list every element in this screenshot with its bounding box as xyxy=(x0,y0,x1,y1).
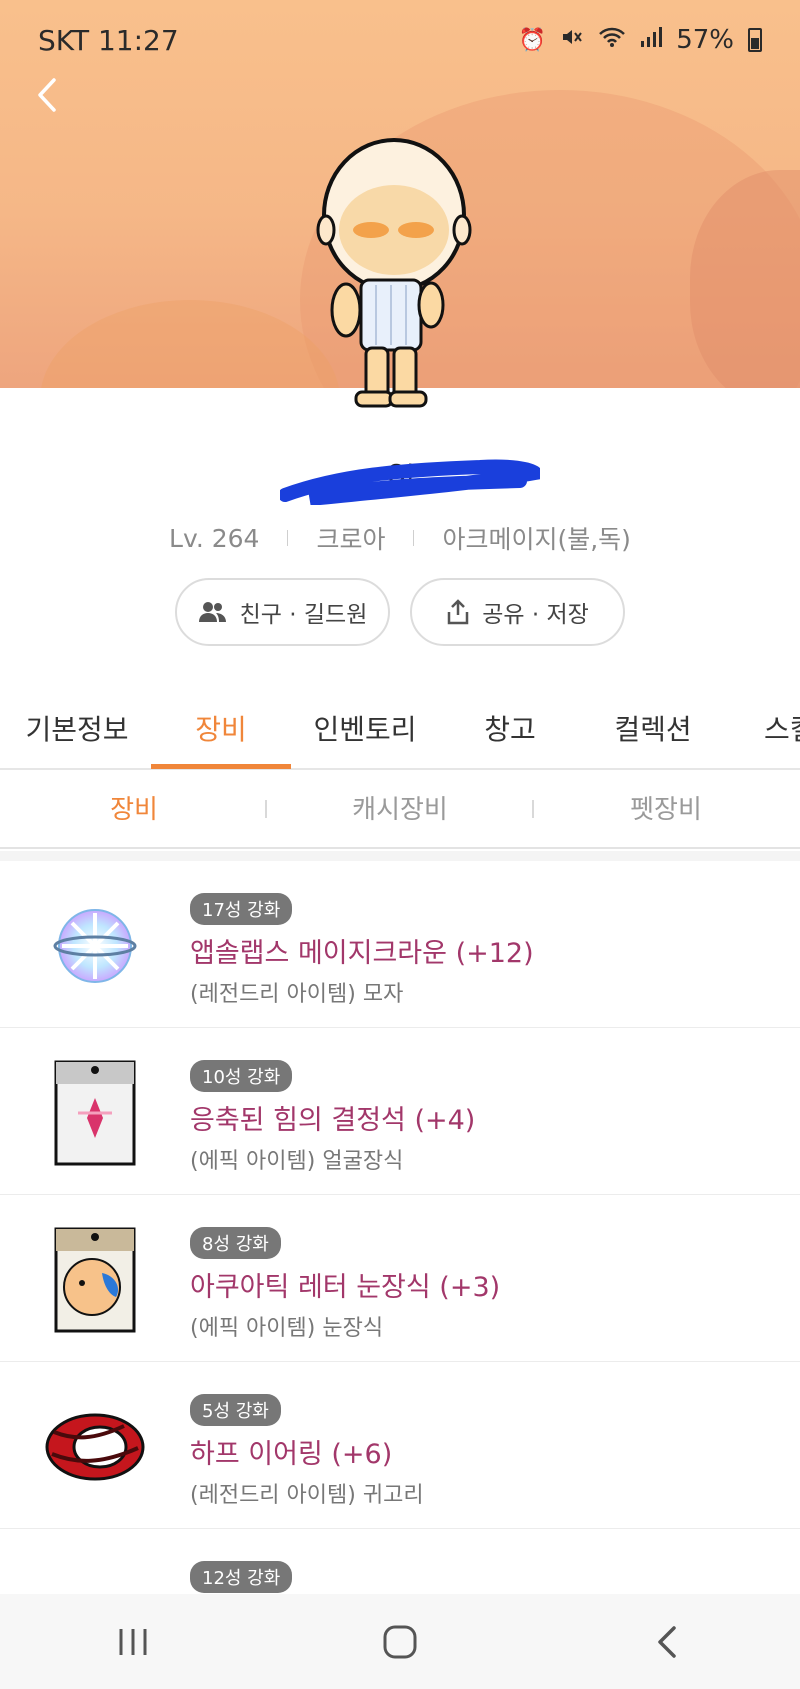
item-type: (에픽 아이템) 눈장식 xyxy=(190,1316,384,1341)
item-text: 17성 강화 앱솔랩스 메이지크라운 (+12) (레전드리 아이템) 모자 xyxy=(190,893,534,1008)
star-force-badge: 8성 강화 xyxy=(190,1227,281,1259)
item-name: 응축된 힘의 결정석 (+4) xyxy=(190,1105,476,1136)
recent-apps-icon xyxy=(119,1628,147,1655)
system-back-button[interactable] xyxy=(627,1612,707,1672)
chevron-left-icon xyxy=(38,78,56,112)
main-tabs: 기본정보 장비 인벤토리 창고 컬렉션 스킬 xyxy=(0,680,800,770)
mute-icon xyxy=(560,25,584,55)
back-icon xyxy=(657,1625,676,1658)
character-world: 크로아 xyxy=(316,525,386,554)
item-text: 5성 강화 하프 이어링 (+6) (레전드리 아이템) 귀고리 xyxy=(190,1394,424,1509)
friends-guild-button[interactable]: 친구 · 길드원 xyxy=(175,578,390,646)
divider xyxy=(532,800,534,818)
crystal-card-icon xyxy=(40,1058,150,1168)
item-type: (레전드리 아이템) 귀고리 xyxy=(190,1483,424,1508)
equipment-list: 17성 강화 앱솔랩스 메이지크라운 (+12) (레전드리 아이템) 모자 1… xyxy=(0,861,800,1689)
item-name: 앱솔랩스 메이지크라운 (+12) xyxy=(190,938,534,969)
tab-inventory[interactable]: 인벤토리 xyxy=(305,680,425,768)
status-icons: ⏰ 57% xyxy=(519,25,762,55)
item-name: 아쿠아틱 레터 눈장식 (+3) xyxy=(190,1272,501,1303)
item-type: (레전드리 아이템) 모자 xyxy=(190,982,404,1007)
equipment-item[interactable]: 17성 강화 앱솔랩스 메이지크라운 (+12) (레전드리 아이템) 모자 xyxy=(0,861,800,1028)
subtab-cash-equipment[interactable]: 캐시장비 xyxy=(266,771,534,849)
character-job: 아크메이지(불,독) xyxy=(442,525,631,554)
section-gap xyxy=(0,851,800,861)
share-icon xyxy=(447,599,469,625)
home-icon xyxy=(383,1625,417,1658)
divider xyxy=(413,530,415,546)
character-sprite xyxy=(316,130,486,415)
tab-basic-info[interactable]: 기본정보 xyxy=(22,680,132,768)
divider xyxy=(287,530,289,546)
banner-background-shape xyxy=(40,300,340,388)
crown-icon xyxy=(40,891,150,1001)
wifi-icon xyxy=(598,26,626,54)
equipment-item[interactable]: 8성 강화 아쿠아틱 레터 눈장식 (+3) (에픽 아이템) 눈장식 xyxy=(0,1195,800,1362)
item-text: 10성 강화 응축된 힘의 결정석 (+4) (에픽 아이템) 얼굴장식 xyxy=(190,1060,475,1175)
subtab-pet-equipment[interactable]: 펫장비 xyxy=(532,771,800,849)
item-text: 12성 강화 xyxy=(190,1561,293,1593)
equipment-item[interactable]: 5성 강화 하프 이어링 (+6) (레전드리 아이템) 귀고리 xyxy=(0,1362,800,1529)
active-tab-indicator xyxy=(151,764,291,769)
tab-storage[interactable]: 창고 xyxy=(470,680,550,768)
item-text: 8성 강화 아쿠아틱 레터 눈장식 (+3) (에픽 아이템) 눈장식 xyxy=(190,1227,500,1342)
battery-percent: 57% xyxy=(676,25,734,55)
character-level: Lv. 264 xyxy=(169,523,260,553)
system-navigation-bar xyxy=(0,1594,800,1689)
star-force-badge: 12성 강화 xyxy=(190,1561,293,1593)
star-force-badge: 17성 강화 xyxy=(190,893,293,925)
signal-icon xyxy=(640,26,663,54)
eye-accessory-icon xyxy=(40,1225,150,1335)
home-button[interactable] xyxy=(360,1612,440,1672)
divider xyxy=(265,800,267,818)
tab-skill[interactable]: 스킬 xyxy=(764,680,800,768)
back-button[interactable] xyxy=(28,70,68,120)
equipment-item[interactable]: 10성 강화 응축된 힘의 결정석 (+4) (에픽 아이템) 얼굴장식 xyxy=(0,1028,800,1195)
item-type: (에픽 아이템) 얼굴장식 xyxy=(190,1149,404,1174)
tab-collection[interactable]: 컬렉션 xyxy=(608,680,698,768)
item-name: 하프 이어링 (+6) xyxy=(190,1439,393,1470)
star-force-badge: 10성 강화 xyxy=(190,1060,293,1092)
subtab-equipment[interactable]: 장비 xyxy=(0,771,268,849)
tab-equipment[interactable]: 장비 xyxy=(166,680,276,768)
battery-icon xyxy=(748,28,762,52)
status-bar: SKT 11:27 ⏰ 57% xyxy=(0,0,800,80)
share-save-label: 공유 · 저장 xyxy=(482,602,589,628)
share-save-button[interactable]: 공유 · 저장 xyxy=(410,578,625,646)
earring-icon xyxy=(40,1392,150,1502)
alarm-icon: ⏰ xyxy=(518,27,547,53)
friends-guild-label: 친구 · 길드원 xyxy=(239,602,368,628)
recent-apps-button[interactable] xyxy=(93,1612,173,1672)
carrier-time: SKT 11:27 xyxy=(38,23,179,57)
profile-actions: 친구 · 길드원 공유 · 저장 xyxy=(0,578,800,646)
redaction-scribble xyxy=(280,459,540,505)
people-icon xyxy=(198,602,226,622)
character-meta: Lv. 264 크로아 아크메이지(불,독) xyxy=(0,520,800,556)
equipment-subtabs: 장비 캐시장비 펫장비 xyxy=(0,771,800,849)
star-force-badge: 5성 강화 xyxy=(190,1394,281,1426)
